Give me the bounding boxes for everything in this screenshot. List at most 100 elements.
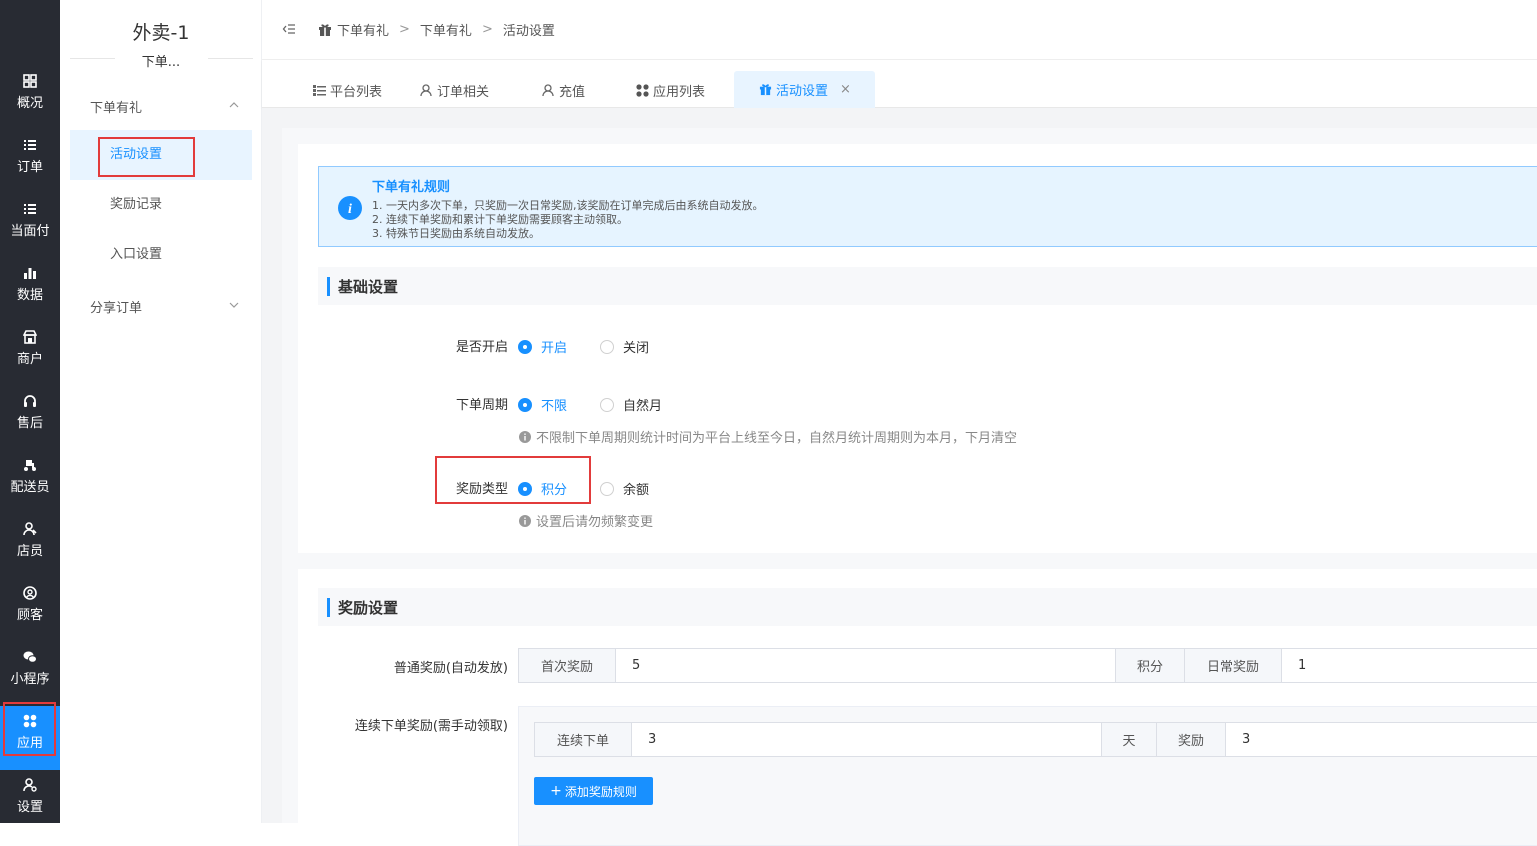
nav-label: 店员 bbox=[17, 540, 43, 559]
nav-settings[interactable]: 设置 bbox=[0, 770, 60, 834]
period-hint: 不限制下单周期则统计时间为平台上线至今日，自然月统计周期则为本月，下月清空 bbox=[519, 427, 1017, 446]
section-header-reward: 奖励设置 bbox=[318, 588, 1537, 626]
radio-dot bbox=[518, 340, 532, 354]
field-label: 奖励类型 bbox=[410, 478, 508, 497]
continuous-reward-input[interactable]: 3 bbox=[1226, 723, 1537, 756]
list-icon bbox=[23, 202, 37, 216]
nav-staff[interactable]: 店员 bbox=[0, 514, 60, 578]
scooter-icon bbox=[23, 458, 37, 472]
radio-reward-balance[interactable]: 余额 bbox=[600, 479, 649, 498]
tab-platform-list[interactable]: 平台列表 bbox=[313, 60, 382, 108]
hint-text: 不限制下单周期则统计时间为平台上线至今日，自然月统计周期则为本月，下月清空 bbox=[536, 427, 1017, 446]
submenu-activity-settings[interactable]: 活动设置 bbox=[70, 130, 252, 180]
field-label: 下单周期 bbox=[410, 394, 508, 413]
radio-enable-off[interactable]: 关闭 bbox=[600, 337, 649, 356]
radio-enable-on[interactable]: 开启 bbox=[518, 337, 567, 356]
submenu-label: 奖励记录 bbox=[110, 197, 162, 212]
section-header-basic: 基础设置 bbox=[318, 267, 1537, 305]
daily-reward-input[interactable]: 1 bbox=[1282, 649, 1537, 682]
collapse-menu-icon[interactable] bbox=[282, 22, 296, 36]
radio-dot bbox=[600, 398, 614, 412]
nav-apps[interactable]: 应用 bbox=[0, 706, 60, 770]
radio-period-month[interactable]: 自然月 bbox=[600, 395, 662, 414]
tab-label: 活动设置 bbox=[776, 80, 828, 99]
list-icon bbox=[313, 84, 326, 97]
tab-label: 应用列表 bbox=[653, 81, 705, 100]
submenu-entry-settings[interactable]: 入口设置 bbox=[70, 230, 252, 280]
info-icon bbox=[519, 431, 531, 443]
main-sidebar: 概况 订单 当面付 数据 商户 售后 配送员 店员 顾客 小程序 应用 bbox=[0, 0, 60, 823]
input-addon: 积分 bbox=[1116, 649, 1185, 682]
rules-alert: i 下单有礼规则 1. 一天内多次下单，只奖励一次日常奖励,该奖励在订单完成后由… bbox=[318, 166, 1537, 247]
breadcrumb: 下单有礼 > 下单有礼 > 活动设置 bbox=[318, 20, 555, 39]
grid-icon bbox=[23, 74, 37, 88]
tabs-bar: 平台列表 订单相关 充值 应用列表 活动设置 × bbox=[262, 60, 1537, 108]
radio-label: 余额 bbox=[623, 479, 649, 498]
breadcrumb-item[interactable]: 下单有礼 bbox=[420, 20, 472, 39]
user-circle-icon bbox=[23, 586, 37, 600]
radio-label: 开启 bbox=[541, 337, 567, 356]
submenu-label: 入口设置 bbox=[110, 247, 162, 262]
section-title: 奖励设置 bbox=[338, 597, 398, 618]
menu-group-share-order[interactable]: 分享订单 bbox=[90, 297, 240, 316]
input-addon: 连续下单 bbox=[535, 723, 632, 756]
nav-aftersale[interactable]: 售后 bbox=[0, 386, 60, 450]
radio-dot bbox=[518, 482, 532, 496]
close-icon[interactable]: × bbox=[840, 82, 851, 97]
menu-group-label: 下单有礼 bbox=[90, 101, 142, 116]
continuous-days-input[interactable]: 3 bbox=[632, 723, 1102, 756]
normal-reward-input-group: 首次奖励 5 积分 日常奖励 1 bbox=[518, 648, 1537, 683]
nav-label: 售后 bbox=[17, 412, 43, 431]
radio-dot bbox=[518, 398, 532, 412]
top-bar: 下单有礼 > 下单有礼 > 活动设置 bbox=[262, 0, 1537, 60]
input-addon: 奖励 bbox=[1157, 723, 1226, 756]
user-icon bbox=[542, 84, 555, 97]
tab-activity-settings[interactable]: 活动设置 × bbox=[734, 71, 875, 108]
menu-group-order-gift[interactable]: 下单有礼 bbox=[90, 97, 240, 116]
nav-label: 应用 bbox=[17, 732, 43, 751]
submenu-label: 活动设置 bbox=[110, 147, 162, 162]
nav-data[interactable]: 数据 bbox=[0, 258, 60, 322]
section-accent-bar bbox=[327, 598, 330, 617]
nav-customer[interactable]: 顾客 bbox=[0, 578, 60, 642]
nav-label: 订单 bbox=[17, 156, 43, 175]
nav-miniprogram[interactable]: 小程序 bbox=[0, 642, 60, 706]
nav-label: 设置 bbox=[17, 796, 43, 815]
chevron-up-icon bbox=[228, 99, 240, 111]
nav-label: 商户 bbox=[17, 348, 43, 367]
section-title: 基础设置 bbox=[338, 276, 398, 297]
bar-chart-icon bbox=[23, 266, 37, 280]
nav-label: 数据 bbox=[17, 284, 43, 303]
button-label: 添加奖励规则 bbox=[565, 783, 637, 800]
tab-app-list[interactable]: 应用列表 bbox=[636, 60, 705, 108]
nav-label: 配送员 bbox=[10, 476, 49, 495]
apps-icon bbox=[636, 84, 649, 97]
info-icon bbox=[519, 515, 531, 527]
nav-label: 当面付 bbox=[10, 220, 49, 239]
nav-rider[interactable]: 配送员 bbox=[0, 450, 60, 514]
submenu-reward-records[interactable]: 奖励记录 bbox=[70, 180, 252, 230]
breadcrumb-item[interactable]: 下单有礼 bbox=[337, 20, 389, 39]
first-reward-input[interactable]: 5 bbox=[616, 649, 1116, 682]
nav-face-pay[interactable]: 当面付 bbox=[0, 194, 60, 258]
nav-overview[interactable]: 概况 bbox=[0, 66, 60, 130]
radio-period-unlimited[interactable]: 不限 bbox=[518, 395, 567, 414]
tab-recharge[interactable]: 充值 bbox=[542, 60, 585, 108]
alert-title: 下单有礼规则 bbox=[372, 176, 450, 195]
info-icon: i bbox=[338, 196, 362, 220]
field-label: 是否开启 bbox=[410, 336, 508, 355]
tab-label: 充值 bbox=[559, 81, 585, 100]
nav-orders[interactable]: 订单 bbox=[0, 130, 60, 194]
breadcrumb-item: 活动设置 bbox=[503, 20, 555, 39]
users-icon bbox=[23, 522, 37, 536]
section-accent-bar bbox=[327, 277, 330, 296]
nav-merchant[interactable]: 商户 bbox=[0, 322, 60, 386]
radio-dot bbox=[600, 340, 614, 354]
radio-reward-points[interactable]: 积分 bbox=[518, 479, 567, 498]
list-icon bbox=[23, 138, 37, 152]
reward-type-hint: 设置后请勿频繁变更 bbox=[519, 511, 653, 530]
tab-order-related[interactable]: 订单相关 bbox=[420, 60, 489, 108]
add-reward-rule-button[interactable]: + 添加奖励规则 bbox=[534, 777, 653, 805]
input-addon: 天 bbox=[1102, 723, 1157, 756]
svg-text:i: i bbox=[348, 202, 352, 217]
